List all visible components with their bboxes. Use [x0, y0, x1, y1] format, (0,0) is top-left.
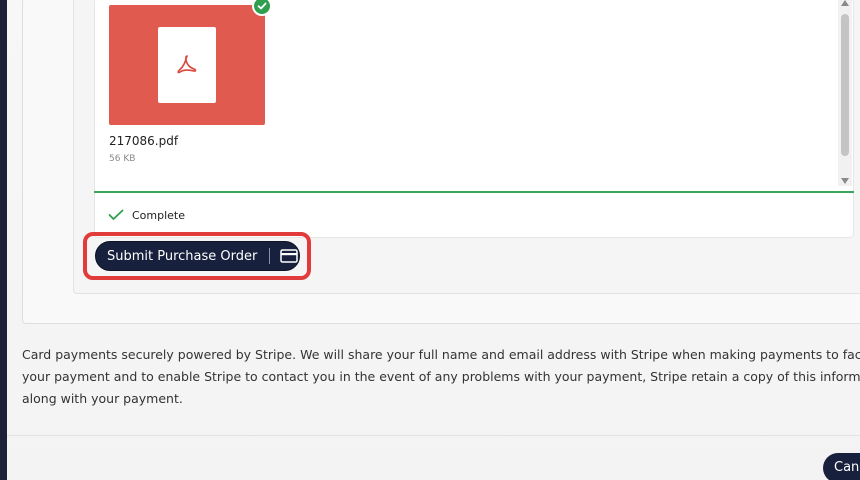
window-edge: [0, 0, 7, 480]
cancel-button-label: Canc: [834, 460, 860, 475]
button-divider: [269, 248, 271, 264]
scroll-up-arrow-icon[interactable]: [841, 0, 849, 6]
pdf-icon: [158, 27, 216, 103]
submit-purchase-order-button[interactable]: Submit Purchase Order: [95, 241, 300, 271]
file-name: 217086.pdf: [109, 134, 179, 148]
upload-status: Complete: [108, 206, 185, 224]
upload-status-text: Complete: [132, 208, 186, 222]
disclaimer-line: Card payments securely powered by Stripe…: [22, 347, 860, 362]
cancel-button[interactable]: Canc: [823, 453, 860, 480]
file-thumbnail[interactable]: [109, 5, 265, 125]
scrollbar-thumb[interactable]: [841, 14, 849, 156]
footer-divider: [7, 435, 860, 436]
disclaimer-line: along with your payment.: [22, 391, 183, 406]
upload-scrollbar[interactable]: [838, 0, 852, 186]
disclaimer-line: your payment and to enable Stripe to con…: [22, 369, 860, 384]
scroll-down-arrow-icon[interactable]: [841, 178, 849, 184]
checkmark-icon: [108, 209, 124, 220]
submit-button-label: Submit Purchase Order: [107, 248, 258, 264]
upload-progress-bar: [94, 191, 854, 193]
credit-card-icon: [280, 249, 299, 263]
stripe-disclaimer: Card payments securely powered by Stripe…: [22, 344, 860, 410]
file-size: 56 KB: [109, 154, 136, 164]
